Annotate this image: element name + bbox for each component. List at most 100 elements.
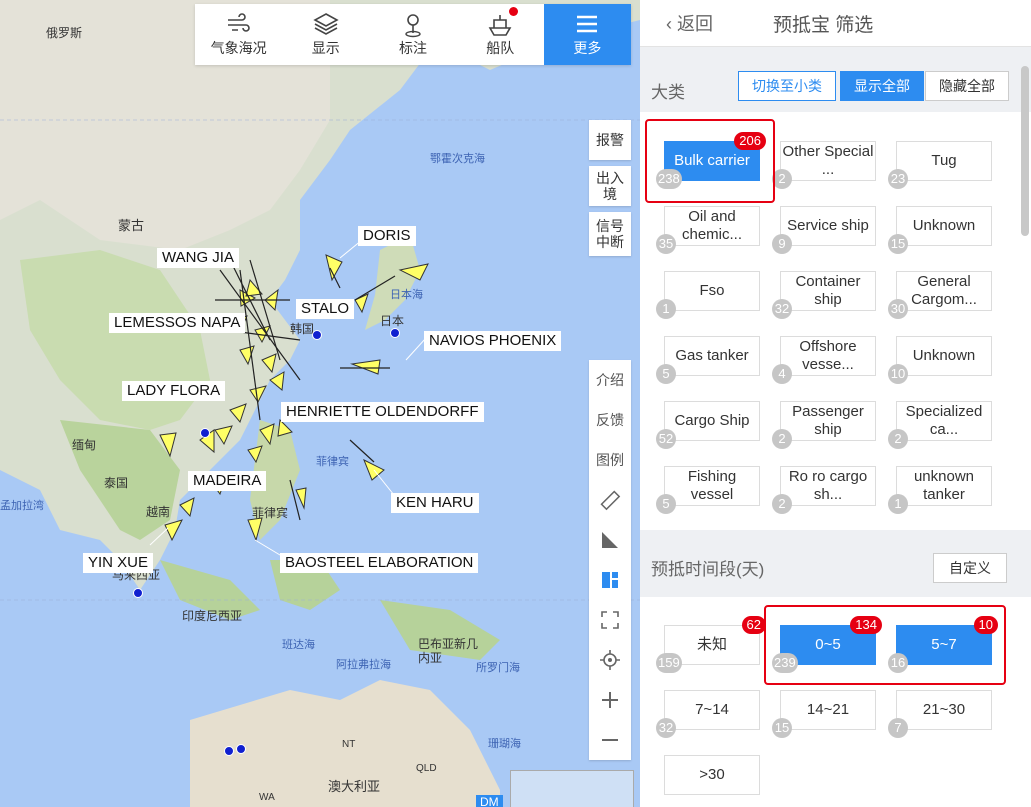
- back-button[interactable]: ‹ 返回: [666, 10, 713, 36]
- overview-minimap[interactable]: [510, 770, 634, 807]
- ship-label[interactable]: DORIS: [358, 226, 416, 246]
- locate-icon[interactable]: [589, 640, 631, 680]
- category-tile[interactable]: Fishing vessel 5: [656, 466, 760, 514]
- hide-all-button[interactable]: 隐藏全部: [925, 71, 1009, 101]
- category-tile[interactable]: Oil and chemic... 35: [656, 206, 760, 254]
- sea-label: 日本海: [390, 289, 423, 301]
- category-tile[interactable]: Passenger ship 2: [772, 401, 876, 449]
- layout-icon[interactable]: [589, 560, 631, 600]
- map-view[interactable]: 俄罗斯 蒙古 缅甸 泰国 越南 马来西亚 印度尼西亚 班达海 阿拉弗拉海 巴布亚…: [0, 0, 640, 807]
- count-badge: 1: [888, 494, 908, 514]
- category-tile[interactable]: Unknown 10: [888, 336, 992, 384]
- count-badge: 9: [772, 234, 792, 254]
- count-badge: 5: [656, 364, 676, 384]
- count-badge: 32: [772, 299, 792, 319]
- ship-icon: [486, 12, 514, 38]
- ship-label[interactable]: BAOSTEEL ELABORATION: [280, 553, 479, 573]
- weather-button[interactable]: 气象海况: [195, 4, 282, 65]
- ship-label[interactable]: LADY FLORA: [122, 381, 226, 401]
- panel-scrollbar[interactable]: [1021, 66, 1029, 236]
- angle-icon[interactable]: [589, 520, 631, 560]
- zoom-out-icon[interactable]: [589, 720, 631, 760]
- back-label: 返回: [677, 14, 713, 34]
- dm-badge[interactable]: DM: [476, 795, 503, 807]
- tile-label: Other Special ...: [782, 143, 874, 178]
- port-marker[interactable]: [236, 744, 246, 754]
- wind-icon: [226, 12, 252, 38]
- tile-label: Offshore vesse...: [799, 338, 857, 373]
- period-tile[interactable]: 21~30 7: [888, 690, 992, 738]
- port-marker[interactable]: [312, 330, 322, 340]
- count-badge: 10: [888, 364, 908, 384]
- place-label: 缅甸: [72, 438, 97, 452]
- fullscreen-icon[interactable]: [589, 600, 631, 640]
- fleet-button[interactable]: 船队: [457, 4, 544, 65]
- period-tile[interactable]: 未知 159 62: [656, 616, 766, 673]
- tile-label: unknown tanker: [913, 468, 975, 503]
- count-badge: 2: [772, 169, 792, 189]
- ship-label[interactable]: WANG JIA: [157, 248, 239, 268]
- alarm-button[interactable]: 报警: [589, 120, 631, 160]
- ship-label[interactable]: LEMESSOS NAPA: [109, 313, 246, 333]
- place-label: 日本: [380, 314, 405, 328]
- tile-label: Unknown: [912, 217, 976, 234]
- port-marker[interactable]: [390, 328, 400, 338]
- place-label: 越南: [146, 505, 171, 519]
- period-tile[interactable]: >30: [664, 755, 760, 795]
- port-marker[interactable]: [224, 746, 234, 756]
- zoom-in-icon[interactable]: [589, 680, 631, 720]
- ship-label[interactable]: KEN HARU: [391, 493, 479, 513]
- legend-button[interactable]: 图例: [589, 440, 631, 480]
- tile-label: Fishing vessel: [687, 468, 737, 503]
- signal-lost-button[interactable]: 信号中断: [589, 212, 631, 256]
- intro-button[interactable]: 介绍: [589, 360, 631, 400]
- category-tile[interactable]: Container ship 32: [772, 271, 876, 319]
- custom-button[interactable]: 自定义: [933, 553, 1007, 583]
- ship-label[interactable]: MADEIRA: [188, 471, 267, 491]
- count-badge: 5: [656, 494, 676, 514]
- selected-count-badge: 62: [741, 616, 766, 634]
- layers-icon: [313, 12, 339, 38]
- port-marker[interactable]: [133, 588, 143, 598]
- highlight-box: [764, 605, 1006, 685]
- ruler-icon[interactable]: [589, 480, 631, 520]
- more-button[interactable]: 更多: [543, 4, 632, 65]
- ship-label[interactable]: STALO: [296, 299, 355, 319]
- tile-label: Service ship: [787, 217, 869, 234]
- category-tile[interactable]: Unknown 15: [888, 206, 992, 254]
- category-tile[interactable]: Tug 23: [888, 141, 992, 189]
- tile-label: Ro ro cargo sh...: [788, 468, 868, 503]
- category-tile[interactable]: Service ship 9: [772, 206, 876, 254]
- category-tile[interactable]: General Cargom... 30: [888, 271, 992, 319]
- port-marker[interactable]: [200, 428, 210, 438]
- period-tile[interactable]: 7~14 32: [656, 690, 760, 738]
- map-pin-icon: [400, 12, 426, 38]
- tile-label: Oil and chemic...: [681, 208, 742, 243]
- ship-label[interactable]: YIN XUE: [83, 553, 154, 573]
- highlight-box: [645, 119, 775, 203]
- ship-label[interactable]: NAVIOS PHOENIX: [424, 331, 562, 351]
- feedback-button[interactable]: 反馈: [589, 400, 631, 440]
- border-crossing-button[interactable]: 出入境: [589, 166, 631, 206]
- period-tile[interactable]: 14~21 15: [772, 690, 876, 738]
- place-label: QLD: [416, 763, 437, 774]
- ship-label[interactable]: HENRIETTE OLDENDORFF: [281, 402, 484, 422]
- category-tile[interactable]: unknown tanker 1: [888, 466, 992, 514]
- category-tile[interactable]: Cargo Ship 52: [656, 401, 760, 449]
- tile-label: Passenger ship: [792, 403, 864, 438]
- category-tile[interactable]: Fso 1: [656, 271, 760, 319]
- tile-label: 21~30: [922, 701, 966, 718]
- map-toolbar: 气象海况 显示 标注 船队 更多: [195, 4, 632, 65]
- category-tile[interactable]: Specialized ca... 2: [888, 401, 992, 449]
- annotate-button[interactable]: 标注: [369, 4, 456, 65]
- category-tile[interactable]: Offshore vesse... 4: [772, 336, 876, 384]
- display-label: 显示: [311, 39, 340, 56]
- category-tile[interactable]: Other Special ... 2: [772, 141, 876, 189]
- place-label: 蒙古: [118, 218, 145, 233]
- category-tile[interactable]: Gas tanker 5: [656, 336, 760, 384]
- display-button[interactable]: 显示: [282, 4, 369, 65]
- show-all-button[interactable]: 显示全部: [840, 71, 924, 101]
- count-badge: 23: [888, 169, 908, 189]
- switch-subcategory-button[interactable]: 切换至小类: [738, 71, 836, 101]
- category-tile[interactable]: Ro ro cargo sh... 2: [772, 466, 876, 514]
